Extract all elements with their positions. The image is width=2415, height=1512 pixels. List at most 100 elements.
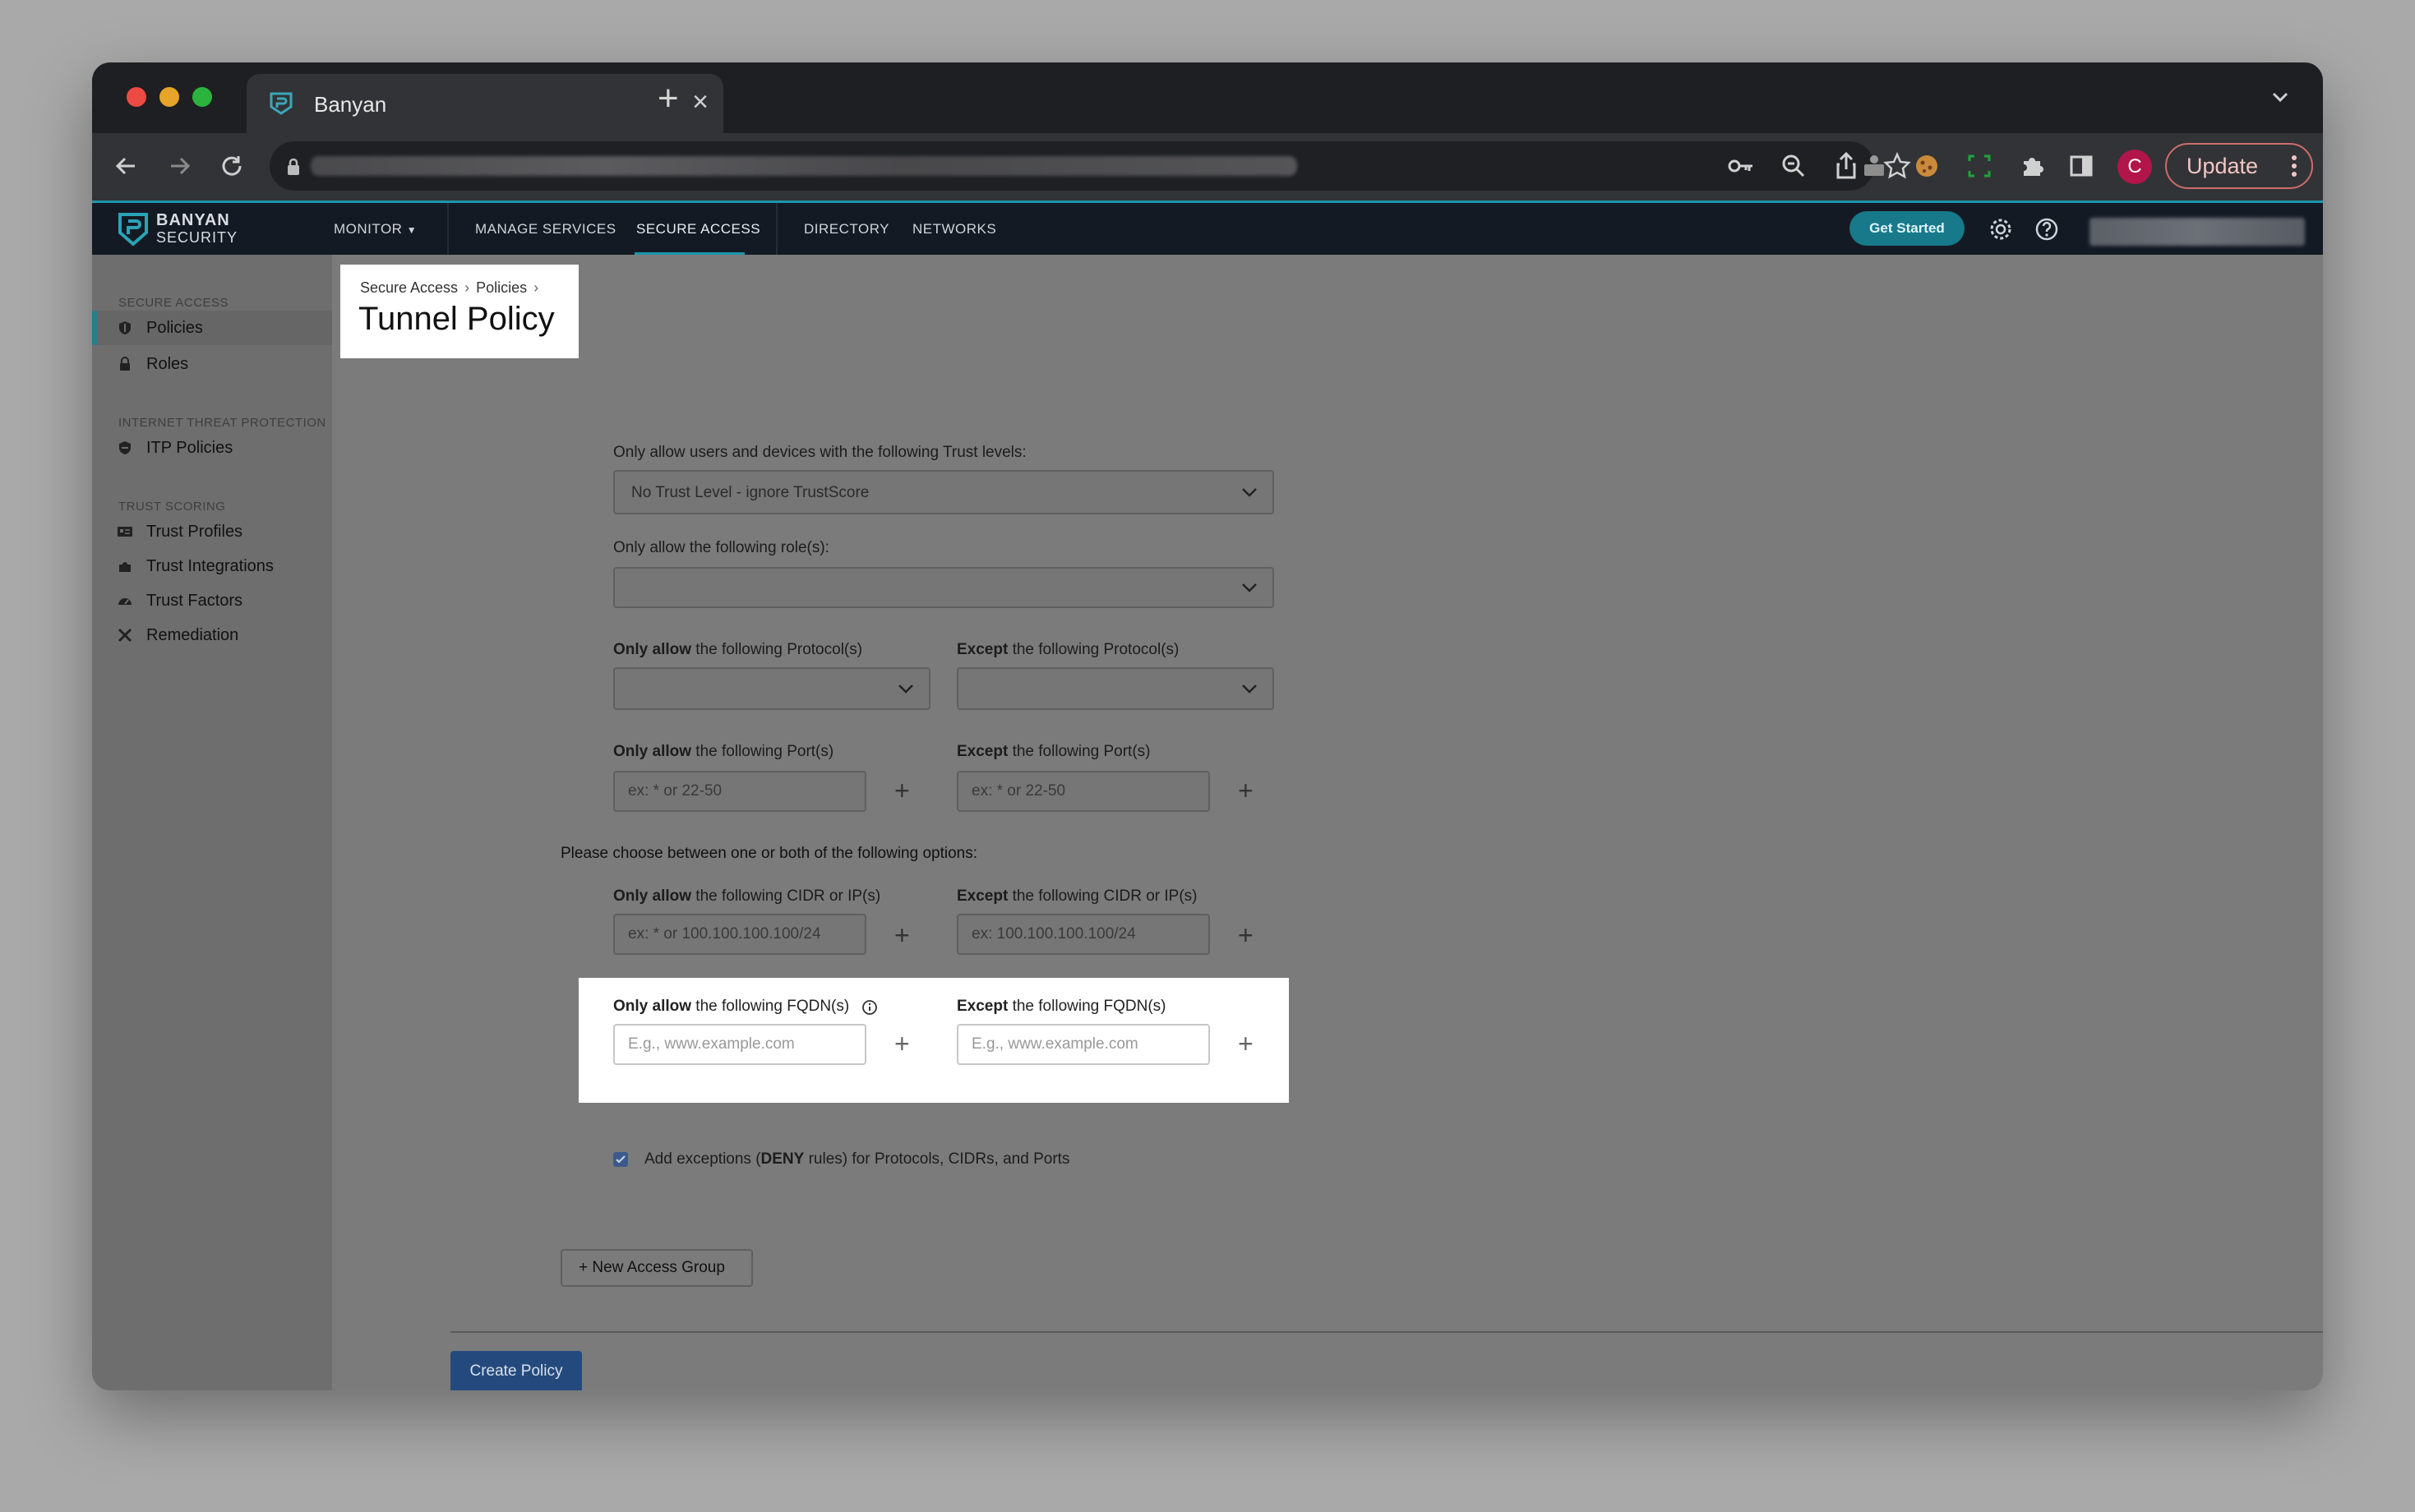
label-text: the following Protocol(s) — [691, 641, 863, 658]
sidebar-item-label: Trust Profiles — [146, 523, 243, 541]
form-divider — [450, 1331, 2323, 1333]
nav-separator — [776, 203, 778, 256]
key-icon[interactable] — [1725, 150, 1757, 182]
zoom-window-button[interactable] — [192, 87, 212, 107]
shield-icon — [119, 441, 131, 454]
sidebar-section-title: SECURE ACCESS — [118, 296, 229, 310]
breadcrumb-secure-access[interactable]: Secure Access — [360, 279, 458, 296]
chevron-down-icon[interactable] — [2264, 81, 2297, 113]
label-bold: Except — [957, 743, 1009, 760]
create-policy-button[interactable]: Create Policy — [450, 1351, 582, 1390]
caret-down-icon: ▼ — [406, 224, 418, 236]
label-text: the following FQDN(s) — [691, 998, 850, 1015]
chevron-down-icon — [1242, 685, 1257, 694]
minimize-window-button[interactable] — [159, 87, 179, 107]
cidr-except-input[interactable]: ex: 100.100.100.100/24 — [957, 914, 1210, 955]
reload-icon[interactable] — [215, 150, 248, 182]
sidebar-item-remediation[interactable]: Remediation — [92, 618, 332, 652]
protocol-except-select[interactable] — [957, 667, 1274, 710]
shield-icon — [119, 321, 131, 334]
protocol-allow-label: Only allow the following Protocol(s) — [613, 641, 862, 659]
help-icon[interactable] — [2034, 216, 2060, 242]
user-menu-blurred[interactable] — [2089, 218, 2305, 246]
label-bold: Only allow — [613, 887, 692, 905]
browser-window: Banyan × + C Update BANYAN SECURITY MONI… — [92, 62, 2323, 1390]
screenshot-icon[interactable] — [1963, 150, 1996, 182]
page-header-card: Secure Access › Policies › Tunnel Policy — [340, 265, 579, 358]
sidebar-section-title: INTERNET THREAT PROTECTION — [118, 416, 326, 430]
roles-select[interactable] — [613, 567, 1274, 608]
breadcrumb-policies[interactable]: Policies — [476, 279, 527, 296]
protocol-except-label: Except the following Protocol(s) — [957, 641, 1179, 659]
get-started-button[interactable]: Get Started — [1849, 211, 1965, 246]
fqdn-except-input[interactable]: E.g., www.example.com — [957, 1024, 1210, 1065]
fqdn-allow-input[interactable]: E.g., www.example.com — [613, 1024, 866, 1065]
browser-tab[interactable]: Banyan × — [247, 74, 723, 133]
add-cidr-allow-plus-icon[interactable]: + — [894, 922, 910, 948]
add-cidr-except-plus-icon[interactable]: + — [1238, 922, 1254, 948]
main-content: Secure Access › Policies › Tunnel Policy On… — [332, 255, 2323, 1390]
extension-account-icon[interactable] — [1858, 150, 1891, 182]
port-allow-label: Only allow the following Port(s) — [613, 743, 833, 761]
banyan-logo-icon[interactable] — [117, 211, 150, 247]
sidebar-item-trust-profiles[interactable]: Trust Profiles — [92, 514, 332, 549]
lock-icon — [120, 357, 130, 371]
plus-icon: + — [579, 1259, 593, 1276]
add-port-except-plus-icon[interactable]: + — [1238, 777, 1254, 804]
label-text: the following FQDN(s) — [1008, 998, 1166, 1015]
back-arrow-icon[interactable] — [110, 150, 143, 182]
update-button[interactable]: Update — [2165, 143, 2313, 189]
nav-manage-services[interactable]: MANAGE SERVICES — [475, 221, 616, 237]
breadcrumb: Secure Access › Policies › — [360, 279, 545, 297]
port-except-input[interactable]: ex: * or 22-50 — [957, 771, 1210, 812]
forward-arrow-icon[interactable] — [163, 150, 196, 182]
sidebar-item-policies[interactable]: Policies — [92, 311, 332, 345]
close-tab-icon[interactable]: × — [692, 85, 709, 118]
nav-networks[interactable]: NETWORKS — [912, 221, 996, 237]
protocol-allow-select[interactable] — [613, 667, 930, 710]
breadcrumb-chevron-icon: › — [533, 279, 539, 296]
trust-level-label: Only allow users and devices with the fo… — [613, 444, 1027, 461]
info-icon[interactable] — [861, 999, 878, 1016]
nav-monitor[interactable]: MONITOR ▼ — [334, 221, 417, 237]
label-text: the following CIDR or IP(s) — [691, 887, 881, 905]
add-port-allow-plus-icon[interactable]: + — [894, 777, 910, 804]
zoom-out-icon[interactable] — [1777, 150, 1810, 182]
sidebar-item-trust-integrations[interactable]: Trust Integrations — [92, 549, 332, 583]
port-allow-input[interactable]: ex: * or 22-50 — [613, 771, 866, 812]
add-fqdn-except-plus-icon[interactable]: + — [1238, 1030, 1254, 1057]
label-bold: Only allow — [613, 743, 692, 760]
add-exceptions-checkbox[interactable] — [613, 1152, 628, 1167]
app-header: BANYAN SECURITY MONITOR ▼ MANAGE SERVICE… — [92, 201, 2323, 256]
sidebar-section-title: TRUST SCORING — [118, 500, 226, 514]
tools-icon — [118, 628, 132, 643]
profile-avatar[interactable]: C — [2117, 150, 2152, 184]
cookie-icon[interactable] — [1910, 150, 1943, 182]
new-access-group-button[interactable]: + New Access Group — [561, 1249, 753, 1287]
tab-strip: Banyan × + — [92, 62, 2323, 133]
sidebar-item-itp-policies[interactable]: ITP Policies — [92, 431, 332, 465]
new-tab-button[interactable]: + — [658, 81, 679, 117]
sidebar-item-label: Roles — [146, 355, 189, 373]
cidr-allow-input[interactable]: ex: * or 100.100.100.100/24 — [613, 914, 866, 955]
chevron-down-icon — [1242, 488, 1257, 497]
close-window-button[interactable] — [127, 87, 146, 107]
gear-icon[interactable] — [1988, 216, 2014, 242]
extensions-puzzle-icon[interactable] — [2016, 150, 2048, 182]
nav-secure-access[interactable]: SECURE ACCESS — [636, 221, 760, 237]
side-panel-icon[interactable] — [2065, 150, 2098, 182]
add-exceptions-label: Add exceptions (DENY rules) for Protocol… — [644, 1150, 1069, 1169]
add-fqdn-allow-plus-icon[interactable]: + — [894, 1030, 910, 1057]
sidebar-item-label: Trust Integrations — [146, 557, 274, 575]
menu-dots-icon[interactable] — [2292, 154, 2297, 177]
sidebar-item-roles[interactable]: Roles — [92, 347, 332, 381]
label-bold: Only allow — [613, 641, 692, 658]
address-bar[interactable] — [270, 141, 1911, 191]
label-bold: Except — [957, 641, 1009, 658]
sidebar-item-label: Remediation — [146, 626, 239, 644]
sidebar-item-trust-factors[interactable]: Trust Factors — [92, 583, 332, 618]
trust-level-value: No Trust Level - ignore TrustScore — [631, 484, 870, 501]
breadcrumb-chevron-icon: › — [464, 279, 470, 296]
trust-level-select[interactable]: No Trust Level - ignore TrustScore — [613, 470, 1274, 514]
nav-directory[interactable]: DIRECTORY — [804, 221, 889, 237]
